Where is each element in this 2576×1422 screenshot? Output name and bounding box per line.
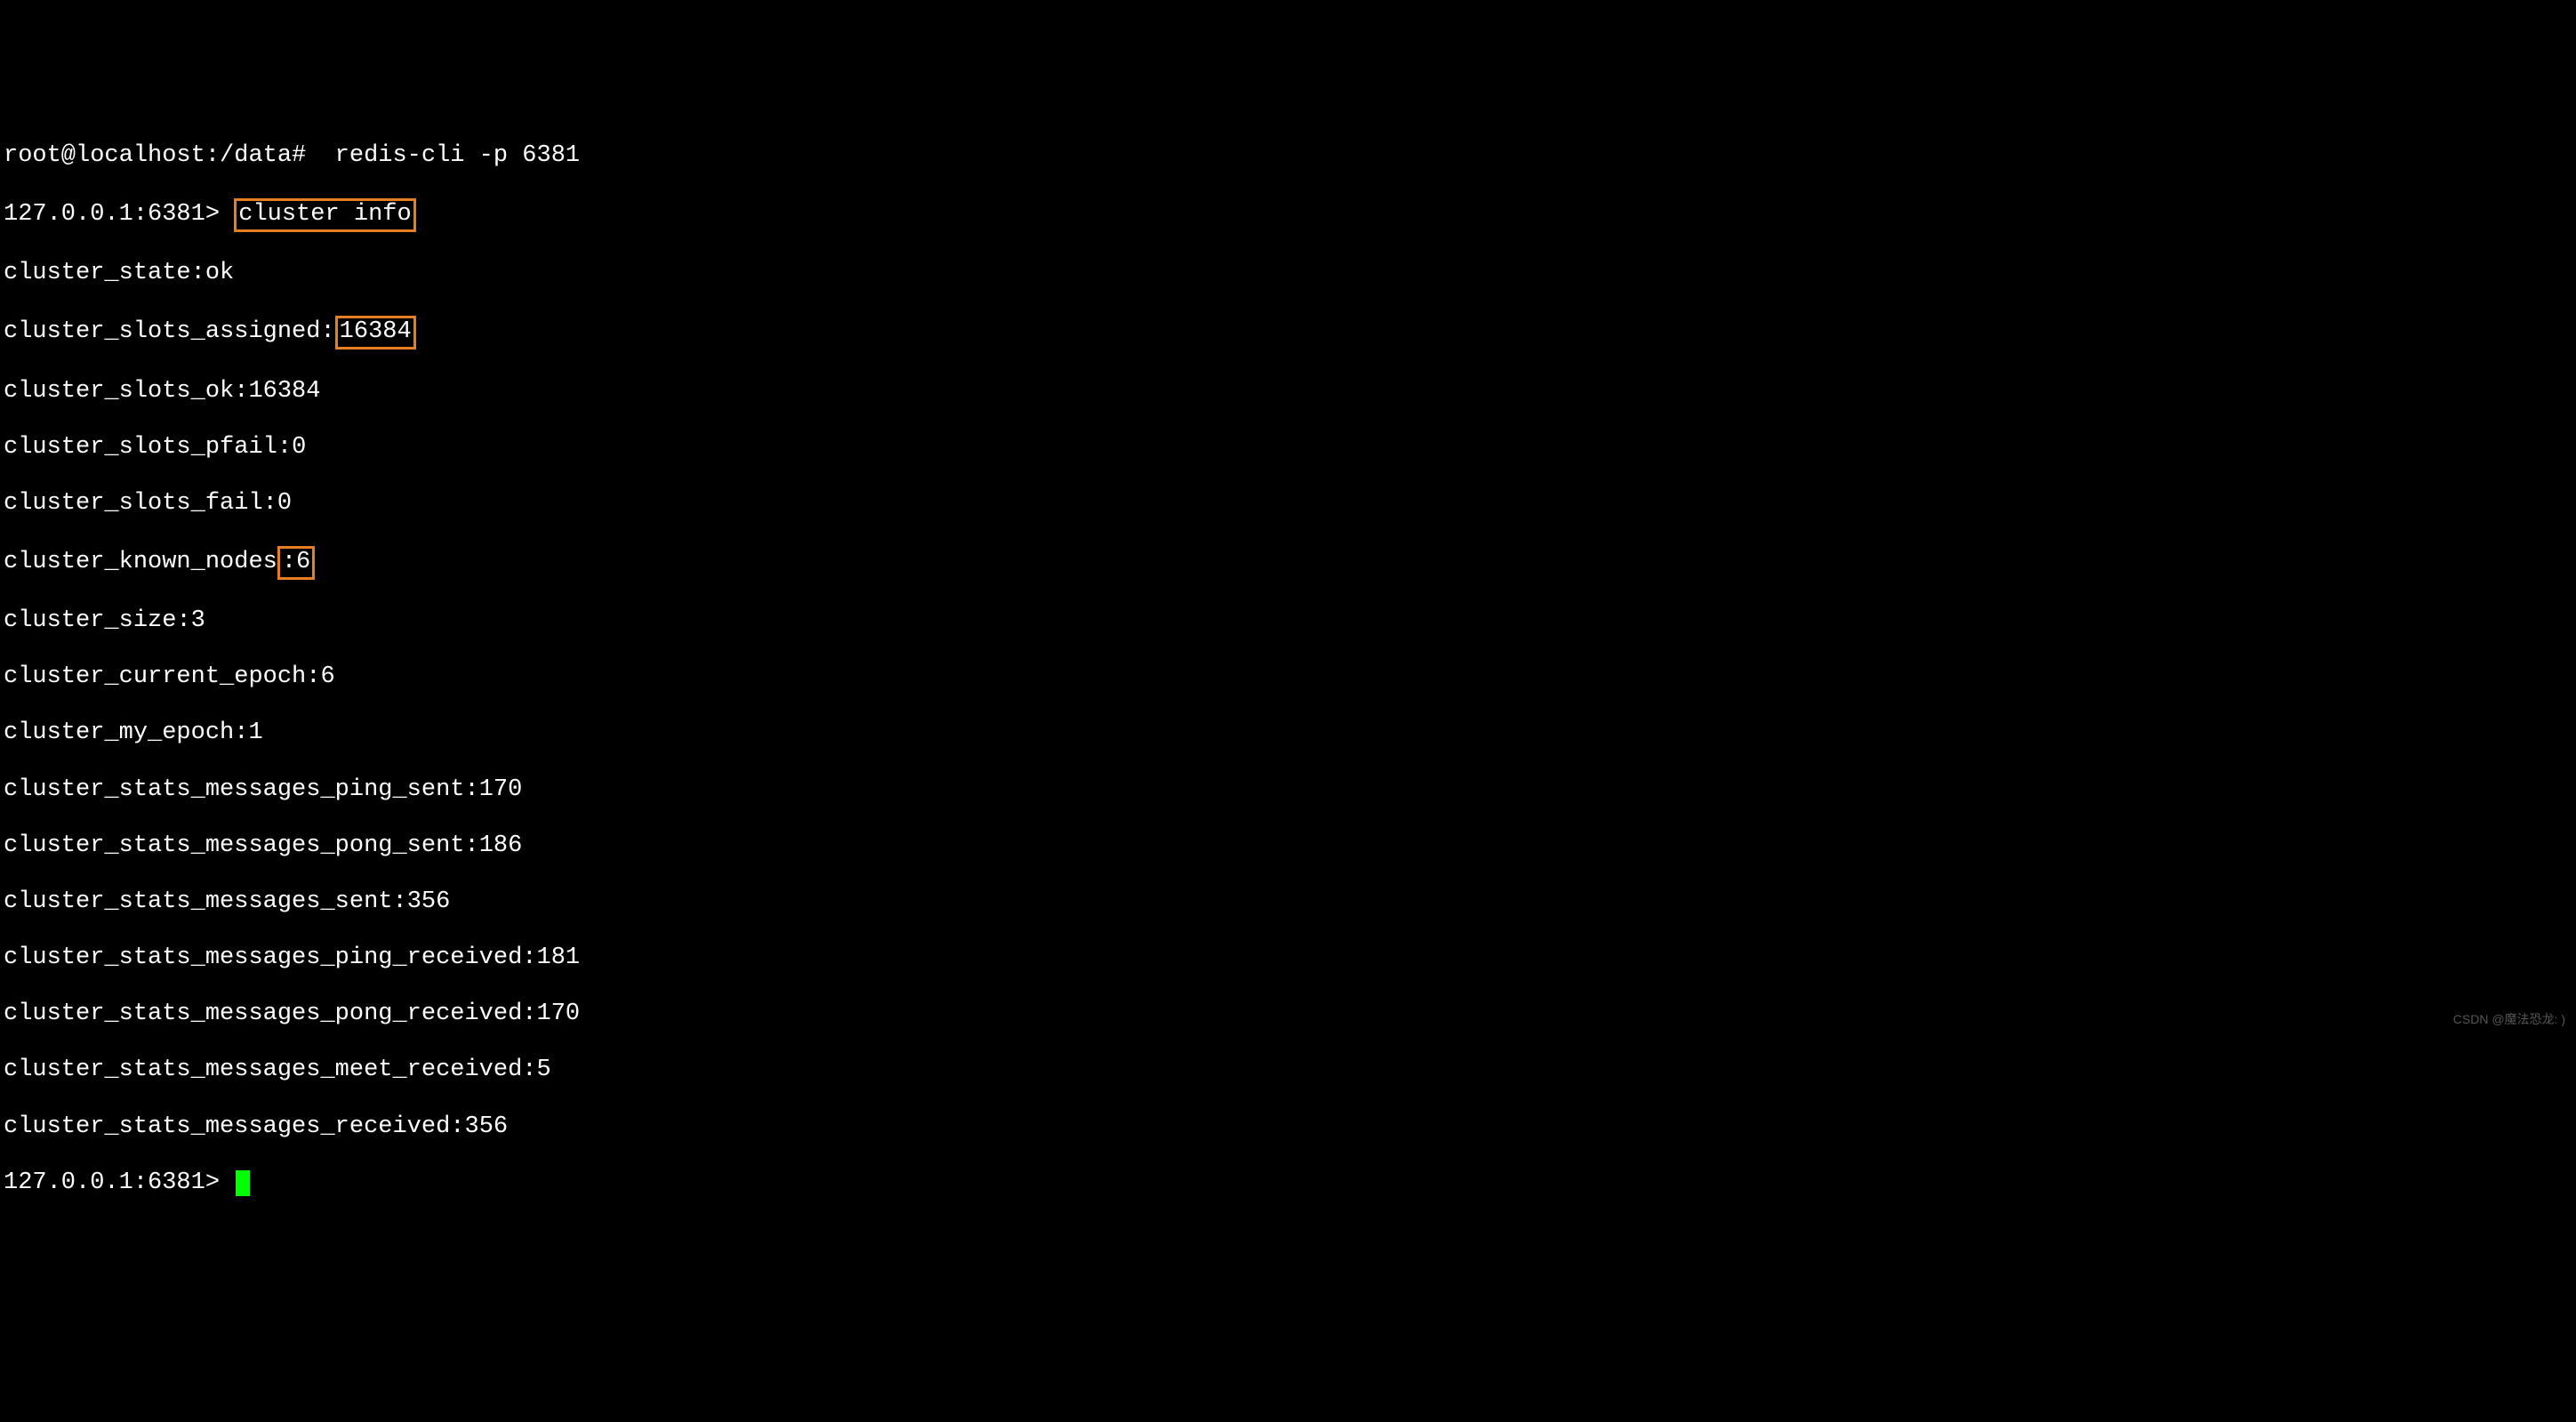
val-meet-received: 5 <box>537 1056 551 1083</box>
terminal-output[interactable]: root@localhost:/data# redis-cli -p 6381 … <box>4 114 2576 1225</box>
output-messages-received: cluster_stats_messages_received:356 <box>4 1113 2576 1142</box>
key-my-epoch: cluster_my_epoch <box>4 719 234 746</box>
output-slots-pfail: cluster_slots_pfail:0 <box>4 434 2576 462</box>
val-pong-received: 170 <box>537 1000 581 1027</box>
key-current-epoch: cluster_current_epoch <box>4 663 306 690</box>
cli-prompt-2: 127.0.0.1:6381> <box>4 1169 220 1196</box>
output-current-epoch: cluster_current_epoch:6 <box>4 663 2576 692</box>
output-ping-received: cluster_stats_messages_ping_received:181 <box>4 944 2576 973</box>
output-cluster-state: cluster_state:ok <box>4 260 2576 288</box>
output-meet-received: cluster_stats_messages_meet_received:5 <box>4 1056 2576 1085</box>
val-cluster-size: 3 <box>191 607 205 634</box>
key-ping-received: cluster_stats_messages_ping_received <box>4 944 522 971</box>
cli-prompt: 127.0.0.1:6381> <box>4 201 220 228</box>
val-slots-ok: 16384 <box>248 378 320 405</box>
val-ping-sent: 170 <box>479 776 523 803</box>
shell-prompt-line: root@localhost:/data# redis-cli -p 6381 <box>4 142 2576 171</box>
key-slots-fail: cluster_slots_fail <box>4 490 263 517</box>
output-ping-sent: cluster_stats_messages_ping_sent:170 <box>4 776 2576 805</box>
key-known-nodes: cluster_known_nodes <box>4 549 277 575</box>
val-ping-received: 181 <box>537 944 581 971</box>
key-messages-received: cluster_stats_messages_received <box>4 1113 450 1140</box>
output-pong-sent: cluster_stats_messages_pong_sent:186 <box>4 832 2576 861</box>
key-cluster-size: cluster_size <box>4 607 176 634</box>
key-slots-pfail: cluster_slots_pfail <box>4 434 277 461</box>
val-slots-pfail: 0 <box>292 434 306 461</box>
cli-prompt-cursor-line[interactable]: 127.0.0.1:6381> <box>4 1169 2576 1198</box>
output-messages-sent: cluster_stats_messages_sent:356 <box>4 888 2576 917</box>
output-cluster-size: cluster_size:3 <box>4 607 2576 636</box>
val-cluster-state: ok <box>205 260 234 286</box>
cli-command-line: 127.0.0.1:6381> cluster info <box>4 198 2576 232</box>
key-ping-sent: cluster_stats_messages_ping_sent <box>4 776 464 803</box>
nodes-highlight: :6 <box>277 546 315 580</box>
val-current-epoch: 6 <box>320 663 334 690</box>
val-my-epoch: 1 <box>248 719 262 746</box>
val-slots-fail: 0 <box>277 490 292 517</box>
key-meet-received: cluster_stats_messages_meet_received <box>4 1056 522 1083</box>
key-slots-assigned: cluster_slots_assigned <box>4 318 320 345</box>
output-known-nodes: cluster_known_nodes:6 <box>4 546 2576 580</box>
key-messages-sent: cluster_stats_messages_sent <box>4 888 392 915</box>
slots-highlight: 16384 <box>335 316 416 349</box>
command-highlight: cluster info <box>234 198 415 232</box>
key-pong-sent: cluster_stats_messages_pong_sent <box>4 832 464 859</box>
key-pong-received: cluster_stats_messages_pong_received <box>4 1000 522 1027</box>
key-cluster-state: cluster_state <box>4 260 191 286</box>
key-slots-ok: cluster_slots_ok <box>4 378 234 405</box>
output-slots-fail: cluster_slots_fail:0 <box>4 490 2576 518</box>
val-messages-received: 356 <box>465 1113 509 1140</box>
output-slots-ok: cluster_slots_ok:16384 <box>4 378 2576 406</box>
cursor-icon <box>236 1170 250 1196</box>
val-messages-sent: 356 <box>407 888 451 915</box>
watermark-text: CSDN @魔法恐龙: ) <box>2453 1012 2565 1026</box>
val-pong-sent: 186 <box>479 832 523 859</box>
output-slots-assigned: cluster_slots_assigned:16384 <box>4 316 2576 349</box>
output-my-epoch: cluster_my_epoch:1 <box>4 719 2576 748</box>
output-pong-received: cluster_stats_messages_pong_received:170 <box>4 1000 2576 1029</box>
